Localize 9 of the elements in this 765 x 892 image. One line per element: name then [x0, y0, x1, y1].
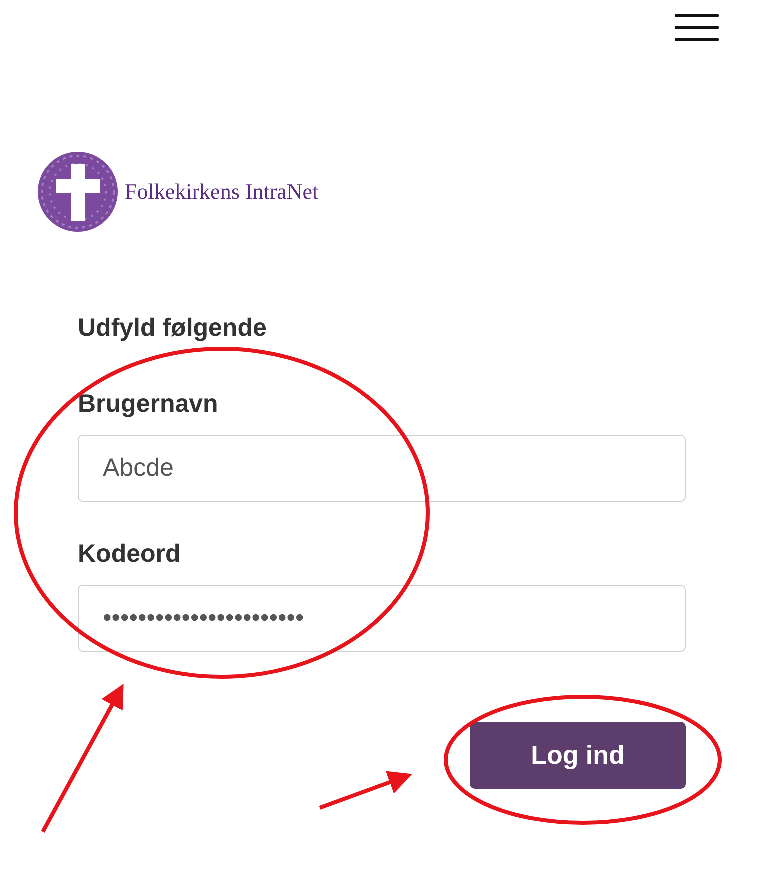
cross-emblem-icon: [38, 152, 118, 232]
form-heading: Udfyld følgende: [78, 314, 268, 343]
site-title: Folkekirkens IntraNet: [125, 179, 319, 205]
menu-icon[interactable]: [675, 14, 719, 42]
login-button[interactable]: Log ind: [470, 722, 686, 789]
field-label: Kodeord: [78, 540, 181, 569]
password-field[interactable]: •••••••••••••••••••••••: [78, 585, 686, 652]
username-field[interactable]: Abcde: [78, 435, 686, 502]
field-label: Brugernavn: [78, 390, 218, 419]
